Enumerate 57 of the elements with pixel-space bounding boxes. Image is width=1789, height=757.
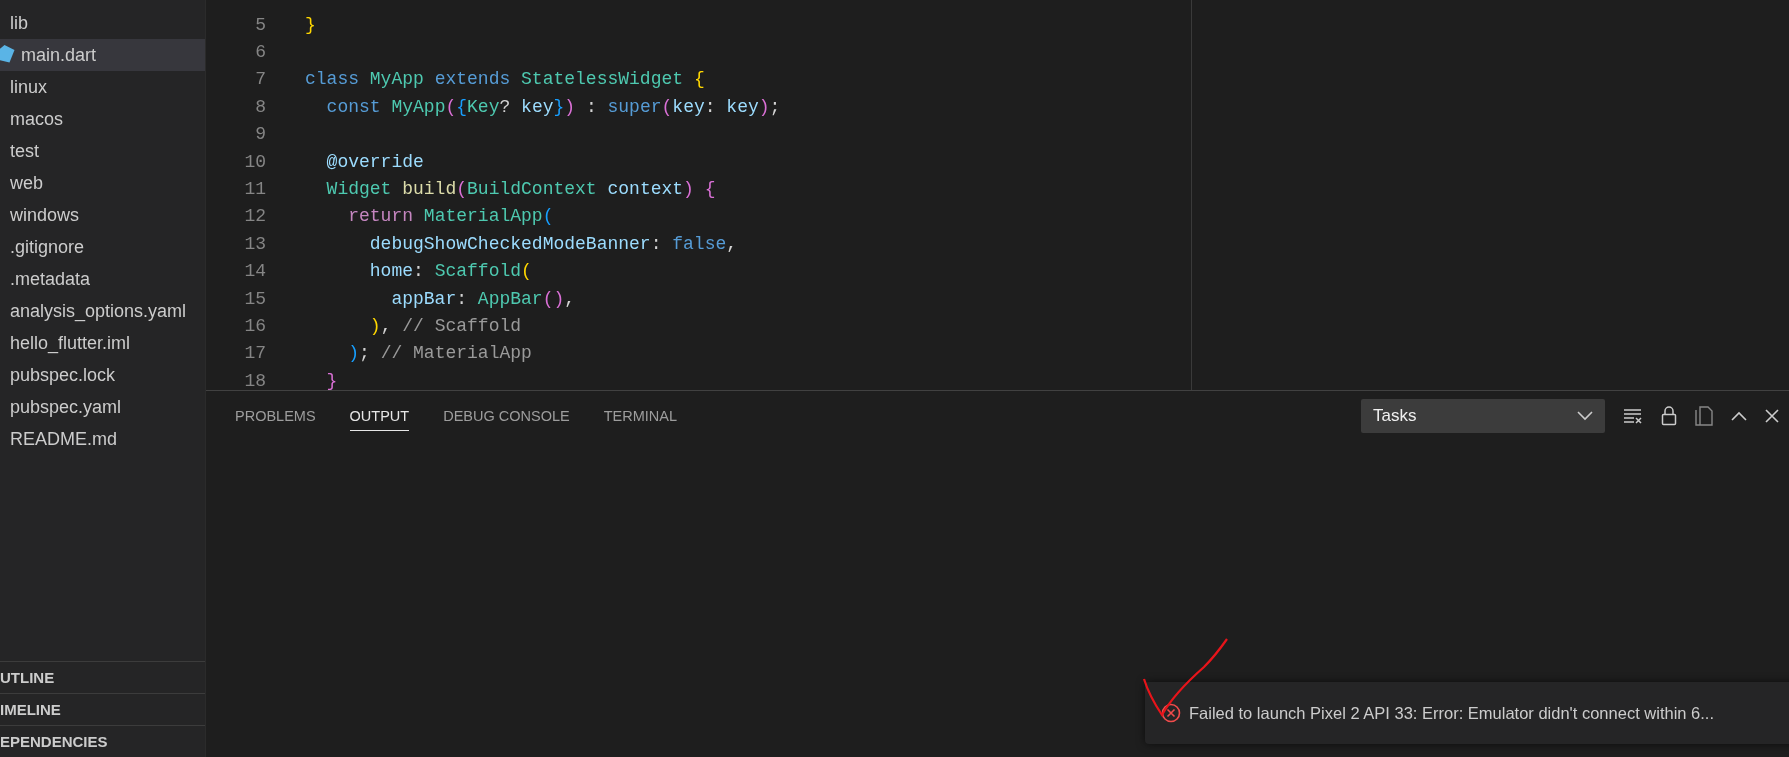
- code-line: return MaterialApp(: [347, 206, 554, 227]
- line-number: 6: [254, 42, 266, 63]
- dart-file-icon: [0, 45, 17, 65]
- code-line: ), // Scaffold: [368, 316, 522, 336]
- output-channel-dropdown[interactable]: Tasks: [1361, 399, 1605, 433]
- code-line: }: [325, 370, 338, 390]
- section-header[interactable]: EPENDENCIES: [0, 725, 205, 757]
- lock-icon[interactable]: [1661, 406, 1677, 426]
- line-number: 8: [254, 96, 266, 117]
- line-number: 11: [243, 179, 266, 200]
- line-number: 18: [243, 370, 266, 390]
- code-line: Widget build(BuildContext context) {: [325, 179, 716, 200]
- code-line: }: [305, 14, 316, 35]
- code-line: debugShowCheckedModeBanner: false,: [368, 233, 738, 254]
- file-tree-item[interactable]: hello_flutter.iml: [0, 327, 205, 359]
- file-tree-item[interactable]: web: [0, 167, 205, 199]
- line-number: 7: [254, 69, 266, 90]
- line-number: 14: [243, 261, 266, 282]
- file-tree-item[interactable]: .gitignore: [0, 231, 205, 263]
- chevron-down-icon: [1577, 411, 1593, 421]
- section-header[interactable]: IMELINE: [0, 693, 205, 725]
- file-tree-item[interactable]: macos: [0, 103, 205, 135]
- line-number: 9: [254, 124, 266, 145]
- file-tree-item[interactable]: windows: [0, 199, 205, 231]
- file-tree-item[interactable]: analysis_options.yaml: [0, 295, 205, 327]
- error-icon: [1161, 703, 1181, 723]
- file-tree-item[interactable]: README.md: [0, 423, 205, 455]
- line-number: 15: [243, 288, 266, 309]
- panel-tab[interactable]: DEBUG CONSOLE: [443, 401, 570, 431]
- file-tree-item[interactable]: pubspec.lock: [0, 359, 205, 391]
- code-line: ); // MaterialApp: [347, 343, 532, 364]
- code-line: home: Scaffold(: [368, 261, 532, 282]
- chevron-up-icon[interactable]: [1731, 411, 1747, 421]
- copy-icon[interactable]: [1695, 406, 1713, 426]
- clear-output-icon[interactable]: [1623, 408, 1643, 424]
- panel-tab[interactable]: PROBLEMS: [235, 401, 316, 431]
- panel-tab[interactable]: TERMINAL: [603, 401, 678, 431]
- notification-message: Failed to launch Pixel 2 API 33: Error: Emulator didn't connect within 6...: [1189, 703, 1714, 723]
- line-number: 12: [243, 206, 266, 227]
- code-line: const MyApp({Key? key}) : super(key: key);: [325, 96, 781, 117]
- file-tree-item[interactable]: linux: [0, 71, 205, 103]
- code-line: class MyApp extends StatelessWidget {: [305, 69, 705, 90]
- line-number: 5: [254, 14, 266, 35]
- section-header[interactable]: UTLINE: [0, 661, 205, 693]
- code-line: @override: [325, 151, 424, 172]
- line-number: 16: [243, 316, 266, 336]
- line-number: 10: [243, 151, 266, 172]
- file-tree-item[interactable]: test: [0, 135, 205, 167]
- file-tree-item[interactable]: pubspec.yaml: [0, 391, 205, 423]
- file-tree-item[interactable]: .metadata: [0, 263, 205, 295]
- file-tree-item[interactable]: lib: [0, 7, 205, 39]
- file-tree-item[interactable]: main.dart: [0, 39, 205, 71]
- panel-tab[interactable]: OUTPUT: [349, 401, 410, 431]
- close-icon[interactable]: [1765, 409, 1779, 423]
- line-number: 13: [243, 233, 266, 254]
- code-line: appBar: AppBar(),: [390, 288, 576, 309]
- line-number: 17: [243, 343, 266, 364]
